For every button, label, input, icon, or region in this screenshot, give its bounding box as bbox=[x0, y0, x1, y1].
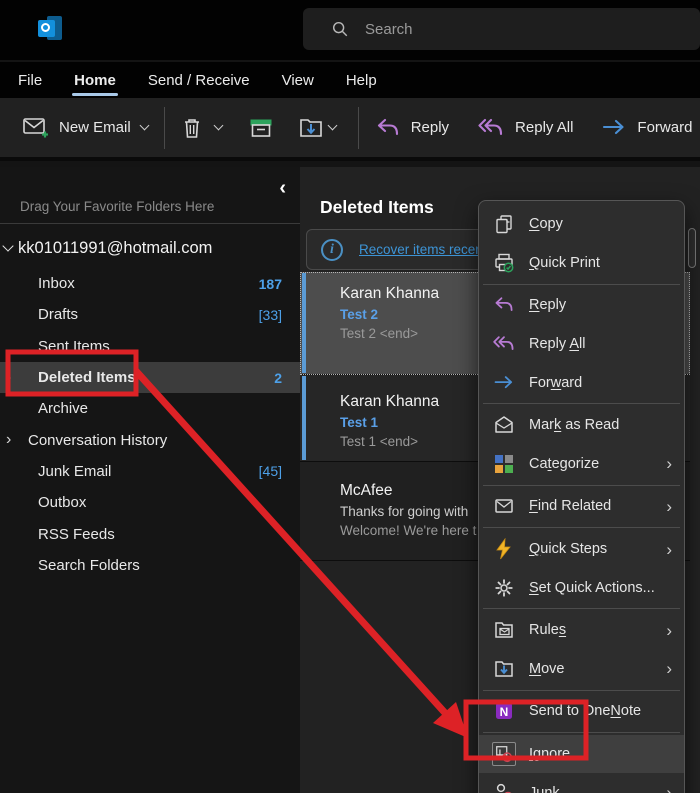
new-email-button[interactable]: New Email bbox=[22, 116, 148, 140]
expand-icon[interactable]: › bbox=[6, 431, 11, 449]
print-icon bbox=[492, 251, 516, 275]
reply-all-button[interactable]: Reply All bbox=[477, 116, 573, 140]
folder-pane: ‹ Drag Your Favorite Folders Here kk0101… bbox=[0, 167, 300, 793]
submenu-chevron-icon: › bbox=[666, 784, 672, 793]
folder-rss-feeds[interactable]: RSS Feeds bbox=[0, 518, 300, 549]
menu-item-set-quick-actions[interactable]: Set Quick Actions... bbox=[479, 568, 684, 607]
favorites-drag-hint: Drag Your Favorite Folders Here bbox=[20, 199, 214, 214]
title-bar bbox=[0, 0, 700, 60]
forward-button[interactable]: Forward bbox=[601, 116, 692, 140]
scrollbar-thumb[interactable] bbox=[688, 228, 696, 268]
search-bar[interactable] bbox=[303, 8, 700, 50]
folder-sent-items[interactable]: Sent Items bbox=[0, 331, 300, 362]
gear-icon bbox=[492, 576, 516, 600]
folder-inbox[interactable]: Inbox 187 bbox=[0, 268, 300, 299]
reply-all-icon bbox=[477, 116, 505, 140]
copy-icon bbox=[492, 212, 516, 236]
search-icon bbox=[331, 20, 349, 38]
unread-indicator bbox=[302, 273, 306, 373]
folder-junk-email[interactable]: Junk Email [45] bbox=[0, 456, 300, 487]
ribbon-toolbar: New Email bbox=[0, 98, 700, 161]
ignore-icon bbox=[492, 742, 516, 766]
forward-icon bbox=[601, 116, 627, 140]
menu-item-copy[interactable]: Copy bbox=[479, 205, 684, 244]
submenu-chevron-icon: › bbox=[666, 660, 672, 677]
new-email-dropdown-icon[interactable] bbox=[139, 121, 149, 131]
new-email-icon bbox=[22, 116, 49, 140]
move-folder-icon bbox=[492, 657, 516, 681]
reply-icon bbox=[375, 116, 401, 140]
menu-item-quick-steps[interactable]: Quick Steps › bbox=[479, 530, 684, 569]
menu-item-mark-as-read[interactable]: Mark as Read bbox=[479, 406, 684, 445]
folder-deleted-items[interactable]: › Deleted Items 2 bbox=[0, 362, 300, 393]
menu-item-reply[interactable]: Reply bbox=[479, 286, 684, 325]
context-menu: Copy Quick Print Re bbox=[478, 200, 685, 793]
menu-home[interactable]: Home bbox=[74, 72, 116, 89]
move-to-dropdown-icon[interactable] bbox=[327, 121, 337, 131]
menu-item-send-to-onenote[interactable]: N Send to OneNote bbox=[479, 692, 684, 731]
menu-item-forward[interactable]: Forward bbox=[479, 363, 684, 402]
recover-items-link[interactable]: Recover items recen bbox=[359, 242, 483, 257]
submenu-chevron-icon: › bbox=[666, 622, 672, 639]
submenu-chevron-icon: › bbox=[666, 455, 672, 472]
reply-all-icon bbox=[492, 332, 516, 356]
rules-icon bbox=[492, 618, 516, 642]
archive-icon[interactable] bbox=[248, 116, 274, 140]
delete-icon[interactable] bbox=[181, 116, 203, 140]
outlook-window: File Home Send / Receive View Help New E… bbox=[0, 0, 700, 793]
account-chevron-icon bbox=[2, 240, 13, 251]
unread-indicator bbox=[302, 376, 306, 460]
folder-conversation-history[interactable]: › Conversation History bbox=[0, 424, 300, 455]
open-envelope-icon bbox=[492, 413, 516, 437]
item-count: [33] bbox=[259, 307, 282, 323]
menu-help[interactable]: Help bbox=[346, 72, 377, 89]
categorize-icon bbox=[492, 452, 516, 476]
folder-archive[interactable]: Archive bbox=[0, 393, 300, 424]
menu-item-rules[interactable]: Rules › bbox=[479, 611, 684, 650]
svg-text:N: N bbox=[500, 705, 509, 719]
outlook-logo-icon bbox=[38, 16, 63, 41]
submenu-chevron-icon: › bbox=[666, 498, 672, 515]
collapse-pane-icon[interactable]: ‹ bbox=[279, 177, 286, 200]
account-header[interactable]: kk01011991@hotmail.com bbox=[4, 239, 212, 258]
menu-item-categorize[interactable]: Categorize › bbox=[479, 445, 684, 484]
expand-icon[interactable]: › bbox=[6, 369, 11, 387]
folder-list: Inbox 187 Drafts [33] Sent Items › Delet… bbox=[0, 268, 300, 581]
folder-outbox[interactable]: Outbox bbox=[0, 487, 300, 518]
menu-item-reply-all[interactable]: Reply All bbox=[479, 325, 684, 364]
menu-item-move[interactable]: Move › bbox=[479, 650, 684, 689]
move-to-icon[interactable] bbox=[298, 116, 324, 140]
page-title: Deleted Items bbox=[320, 197, 434, 218]
search-input[interactable] bbox=[365, 21, 615, 38]
unread-count: 2 bbox=[274, 370, 282, 386]
submenu-chevron-icon: › bbox=[666, 541, 672, 558]
menu-bar: File Home Send / Receive View Help bbox=[0, 62, 700, 98]
unread-count: 187 bbox=[259, 276, 282, 292]
reply-icon bbox=[492, 293, 516, 317]
menu-send-receive[interactable]: Send / Receive bbox=[148, 72, 250, 89]
info-icon: i bbox=[321, 239, 343, 261]
item-count: [45] bbox=[259, 463, 282, 479]
delete-dropdown-icon[interactable] bbox=[213, 121, 223, 131]
reply-button[interactable]: Reply bbox=[375, 116, 449, 140]
lightning-icon bbox=[492, 537, 516, 561]
folder-drafts[interactable]: Drafts [33] bbox=[0, 299, 300, 330]
folder-search-folders[interactable]: Search Folders bbox=[0, 550, 300, 581]
onenote-icon: N bbox=[492, 699, 516, 723]
menu-view[interactable]: View bbox=[282, 72, 314, 89]
menu-item-junk[interactable]: Junk › bbox=[479, 773, 684, 793]
menu-item-ignore[interactable]: Ignore bbox=[479, 735, 684, 774]
envelope-icon bbox=[492, 494, 516, 518]
menu-item-find-related[interactable]: Find Related › bbox=[479, 487, 684, 526]
menu-item-quick-print[interactable]: Quick Print bbox=[479, 244, 684, 283]
menu-file[interactable]: File bbox=[18, 72, 42, 89]
forward-icon bbox=[492, 371, 516, 395]
junk-icon bbox=[492, 781, 516, 793]
